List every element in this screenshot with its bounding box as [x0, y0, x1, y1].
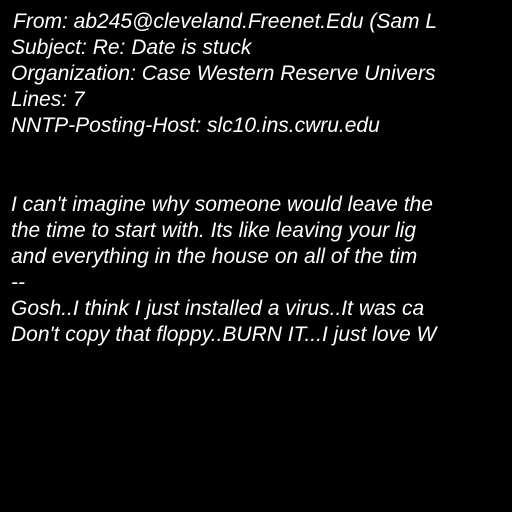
header-lines: Lines: 7 [11, 88, 85, 111]
body-line: I can't imagine why someone would leave … [11, 193, 433, 216]
body-line: and everything in the house on all of th… [11, 245, 418, 268]
header-nntp-posting-host: NNTP-Posting-Host: slc10.ins.cwru.edu [11, 114, 380, 137]
header-from: From: ab245@cleveland.Freenet.Edu (Sam L [13, 10, 438, 33]
signature-line: Gosh..I think I just installed a virus..… [11, 297, 425, 320]
message-view: From: ab245@cleveland.Freenet.Edu (Sam L… [0, 0, 512, 512]
header-organization: Organization: Case Western Reserve Unive… [11, 62, 436, 85]
body-line: the time to start with. Its like leaving… [11, 219, 416, 242]
signature-line: Don't copy that floppy..BURN IT...I just… [11, 323, 437, 346]
header-subject: Subject: Re: Date is stuck [11, 36, 252, 59]
signature-separator: -- [11, 271, 25, 294]
